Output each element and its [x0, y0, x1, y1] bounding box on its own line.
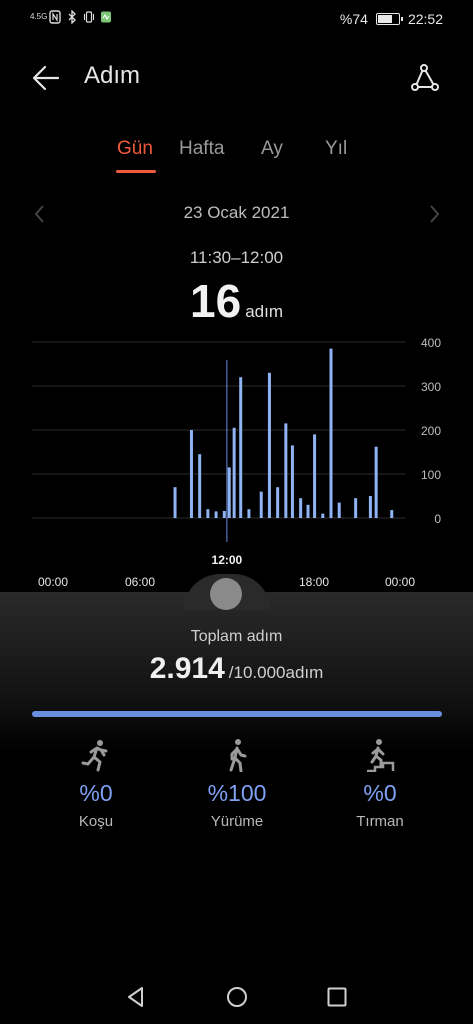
chart-bar	[374, 446, 378, 518]
tab-month[interactable]: Ay	[261, 138, 283, 160]
chart-bar	[276, 487, 280, 518]
steps-chart[interactable]: 400 300 200 100 0 12:00 00:00 06:00 18:00 00:00	[0, 330, 473, 600]
battery-icon	[375, 13, 403, 25]
tab-year[interactable]: Yıl	[325, 138, 347, 160]
chart-bar	[247, 509, 251, 518]
chart-bar	[290, 445, 294, 518]
nfc-icon	[49, 10, 61, 24]
current-date: 23 Ocak 2021	[183, 203, 290, 222]
chart-bar	[232, 427, 236, 518]
chart-bar	[390, 510, 394, 518]
chart-bar	[329, 348, 333, 518]
activity-climbing: %0 Tırman	[320, 738, 440, 830]
chart-bar	[214, 511, 218, 518]
tab-day[interactable]: Gün	[117, 138, 153, 160]
running-label: Koşu	[78, 813, 114, 830]
active-tab-indicator	[116, 170, 156, 173]
total-steps-value: 2.914	[149, 652, 225, 685]
period-tabs: Gün Hafta Ay Yıl	[0, 138, 473, 174]
app-header: Adım	[0, 56, 473, 100]
battery-percent: %74	[339, 11, 368, 27]
chart-bar	[173, 487, 177, 518]
chart-bar	[306, 504, 310, 518]
x-tick-label: 00:00	[38, 575, 68, 589]
next-date-icon[interactable]	[424, 202, 444, 226]
bluetooth-icon	[68, 10, 76, 24]
tab-week[interactable]: Hafta	[179, 138, 224, 160]
x-tick-label: 00:00	[385, 575, 415, 589]
chart-bar	[189, 430, 193, 518]
x-tick-label: 06:00	[125, 575, 155, 589]
climbing-icon	[367, 739, 395, 772]
share-route-icon[interactable]	[406, 60, 442, 96]
chart-slider-handle[interactable]	[210, 578, 242, 610]
system-navigation-bar	[0, 975, 473, 1019]
chart-bar	[239, 377, 243, 518]
health-app-icon	[101, 11, 111, 23]
activity-walking: %100 Yürüme	[177, 738, 297, 830]
network-type: 4.5G	[30, 12, 48, 21]
status-bar: 4.5G %74 22:52	[0, 0, 473, 38]
goal-progress-fill	[32, 711, 442, 717]
total-steps-label: Toplam adım	[190, 628, 283, 645]
chart-bar	[267, 372, 271, 518]
goal-progress-bar	[32, 711, 442, 717]
chart-bar	[198, 454, 202, 518]
nav-recents-icon[interactable]	[325, 985, 349, 1009]
climbing-percent: %0	[363, 780, 397, 806]
chart-bar	[313, 434, 317, 518]
date-navigation: 23 Ocak 2021	[0, 200, 473, 228]
status-left: 4.5G	[30, 10, 112, 24]
selected-steps-unit: adım	[245, 302, 283, 321]
chart-bar	[206, 509, 210, 518]
y-tick-label: 100	[421, 468, 441, 482]
chart-bar	[337, 502, 341, 518]
activity-running: %0 Koşu	[36, 738, 156, 830]
nav-home-icon[interactable]	[225, 985, 249, 1009]
chart-bar	[354, 498, 358, 518]
y-tick-label: 400	[421, 336, 441, 350]
chart-bar	[227, 467, 231, 518]
steps-chart-svg: 400 300 200 100 0 12:00 00:00 06:00 18:00 00:00	[32, 336, 441, 589]
chart-bar	[321, 513, 325, 518]
walking-icon	[229, 739, 247, 772]
chart-bar	[222, 510, 226, 518]
goal-text: /10.000adım	[228, 663, 324, 682]
y-tick-label: 0	[434, 512, 441, 526]
chart-bar	[284, 423, 288, 518]
walking-label: Yürüme	[210, 813, 264, 830]
page-title: Adım	[84, 62, 141, 89]
selected-time-label: 12:00	[212, 553, 243, 567]
battery-level	[377, 15, 392, 23]
total-steps: 2.914/10.000adım	[0, 652, 473, 686]
walking-percent: %100	[207, 780, 267, 806]
selected-steps: 16 adım	[0, 274, 473, 328]
chart-bar	[299, 498, 303, 518]
selected-time-range: 11:30–12:00	[189, 248, 284, 267]
climbing-label: Tırman	[356, 813, 404, 830]
running-icon	[81, 740, 108, 772]
clock: 22:52	[407, 11, 443, 27]
nav-back-icon[interactable]	[124, 985, 148, 1009]
running-percent: %0	[79, 780, 113, 806]
y-tick-label: 200	[421, 424, 441, 438]
x-tick-label: 18:00	[299, 575, 329, 589]
selected-steps-value: 16	[190, 275, 242, 327]
vibrate-icon	[83, 11, 95, 23]
status-right: %74 22:52	[340, 11, 443, 27]
chart-bar	[368, 496, 372, 518]
chart-bar	[259, 491, 263, 518]
y-tick-label: 300	[421, 380, 441, 394]
back-arrow-icon[interactable]	[30, 62, 62, 94]
